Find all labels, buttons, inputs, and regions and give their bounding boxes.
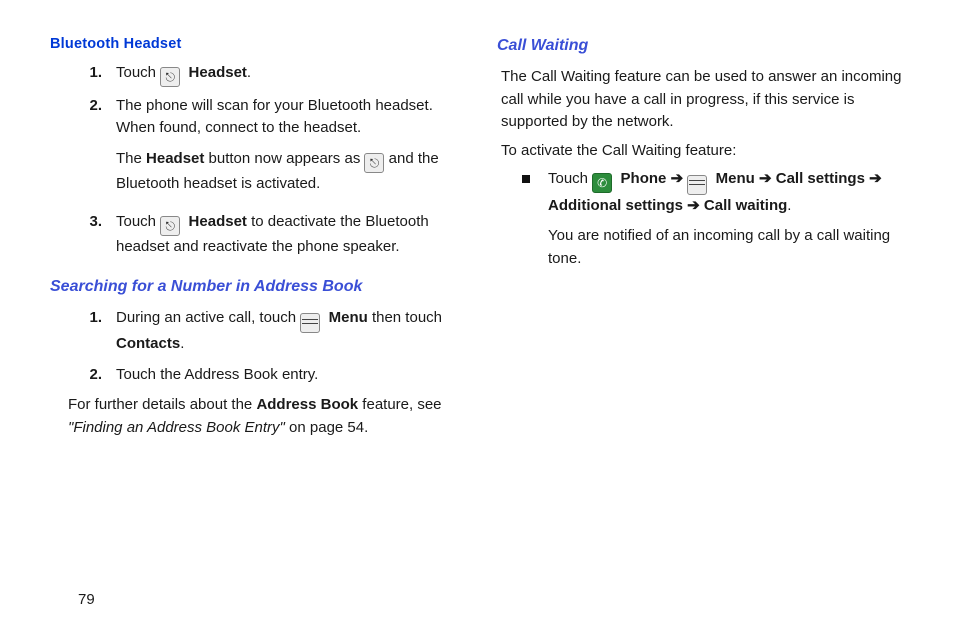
search-step-1: 1. During an active call, touch Menu the… <box>50 307 457 356</box>
menu-label: Menu <box>711 170 754 187</box>
bullet-square-icon <box>522 175 530 183</box>
headset-label: Headset <box>184 64 247 81</box>
bullet-body: Touch ✆ Phone ➔ Menu ➔ Call settings ➔ A… <box>548 168 904 278</box>
search-step-2: 2. Touch the Address Book entry. <box>50 364 457 387</box>
step-body: During an active call, touch Menu then t… <box>116 307 457 356</box>
menu-icon <box>687 175 707 195</box>
step-body: Touch ⎋ Headset. <box>116 62 457 87</box>
call-waiting-activate: To activate the Call Waiting feature: <box>497 140 904 163</box>
text: then touch <box>368 309 442 326</box>
headset-icon: ⎋ <box>160 67 180 87</box>
call-settings-label: Call settings <box>776 170 865 187</box>
step-body: Touch ⎋ Headset to deactivate the Blueto… <box>116 211 457 259</box>
bullet-item: Touch ✆ Phone ➔ Menu ➔ Call settings ➔ A… <box>497 168 904 278</box>
dot: . <box>180 335 184 352</box>
arrow-icon: ➔ <box>687 197 704 214</box>
page-number: 79 <box>78 591 95 608</box>
text: The Headset button now appears as ⎋ and … <box>116 148 457 196</box>
step-body: Touch the Address Book entry. <box>116 364 457 387</box>
step-number: 3. <box>80 211 102 259</box>
text: Touch <box>548 170 592 187</box>
heading-bluetooth-headset: Bluetooth Headset <box>50 34 457 56</box>
menu-label: Menu <box>324 309 367 326</box>
headset-icon: ⎋ <box>160 216 180 236</box>
step-number: 1. <box>80 307 102 356</box>
text: The phone will scan for your Bluetooth h… <box>116 95 457 140</box>
contacts-label: Contacts <box>116 335 180 352</box>
step-3: 3. Touch ⎋ Headset to deactivate the Blu… <box>50 211 457 259</box>
arrow-icon: ➔ <box>869 170 882 187</box>
heading-searching-address-book: Searching for a Number in Address Book <box>50 275 457 299</box>
menu-icon <box>300 313 320 333</box>
further-details: For further details about the Address Bo… <box>50 394 457 439</box>
call-waiting-desc: The Call Waiting feature can be used to … <box>497 66 904 134</box>
left-column: Bluetooth Headset 1. Touch ⎋ Headset. 2.… <box>50 34 457 445</box>
text: During an active call, touch <box>116 309 300 326</box>
headset-label: Headset <box>184 213 247 230</box>
notified-text: You are notified of an incoming call by … <box>548 225 904 270</box>
text: Touch <box>116 213 160 230</box>
step-1: 1. Touch ⎋ Headset. <box>50 62 457 87</box>
call-waiting-label: Call waiting <box>704 197 787 214</box>
text: Touch <box>116 64 160 81</box>
step-number: 2. <box>80 364 102 387</box>
heading-call-waiting: Call Waiting <box>497 34 904 58</box>
step-body: The phone will scan for your Bluetooth h… <box>116 95 457 204</box>
step-2: 2. The phone will scan for your Bluetoot… <box>50 95 457 204</box>
arrow-icon: ➔ <box>759 170 776 187</box>
arrow-icon: ➔ <box>671 170 688 187</box>
right-column: Call Waiting The Call Waiting feature ca… <box>497 34 904 445</box>
dot: . <box>247 64 251 81</box>
step-number: 2. <box>80 95 102 204</box>
text: Touch the Address Book entry. <box>116 366 318 383</box>
phone-label: Phone <box>616 170 666 187</box>
headset-active-icon: ⎋ <box>364 153 384 173</box>
dot: . <box>787 197 791 214</box>
additional-settings-label: Additional settings <box>548 197 683 214</box>
phone-icon: ✆ <box>592 173 612 193</box>
step-number: 1. <box>80 62 102 87</box>
